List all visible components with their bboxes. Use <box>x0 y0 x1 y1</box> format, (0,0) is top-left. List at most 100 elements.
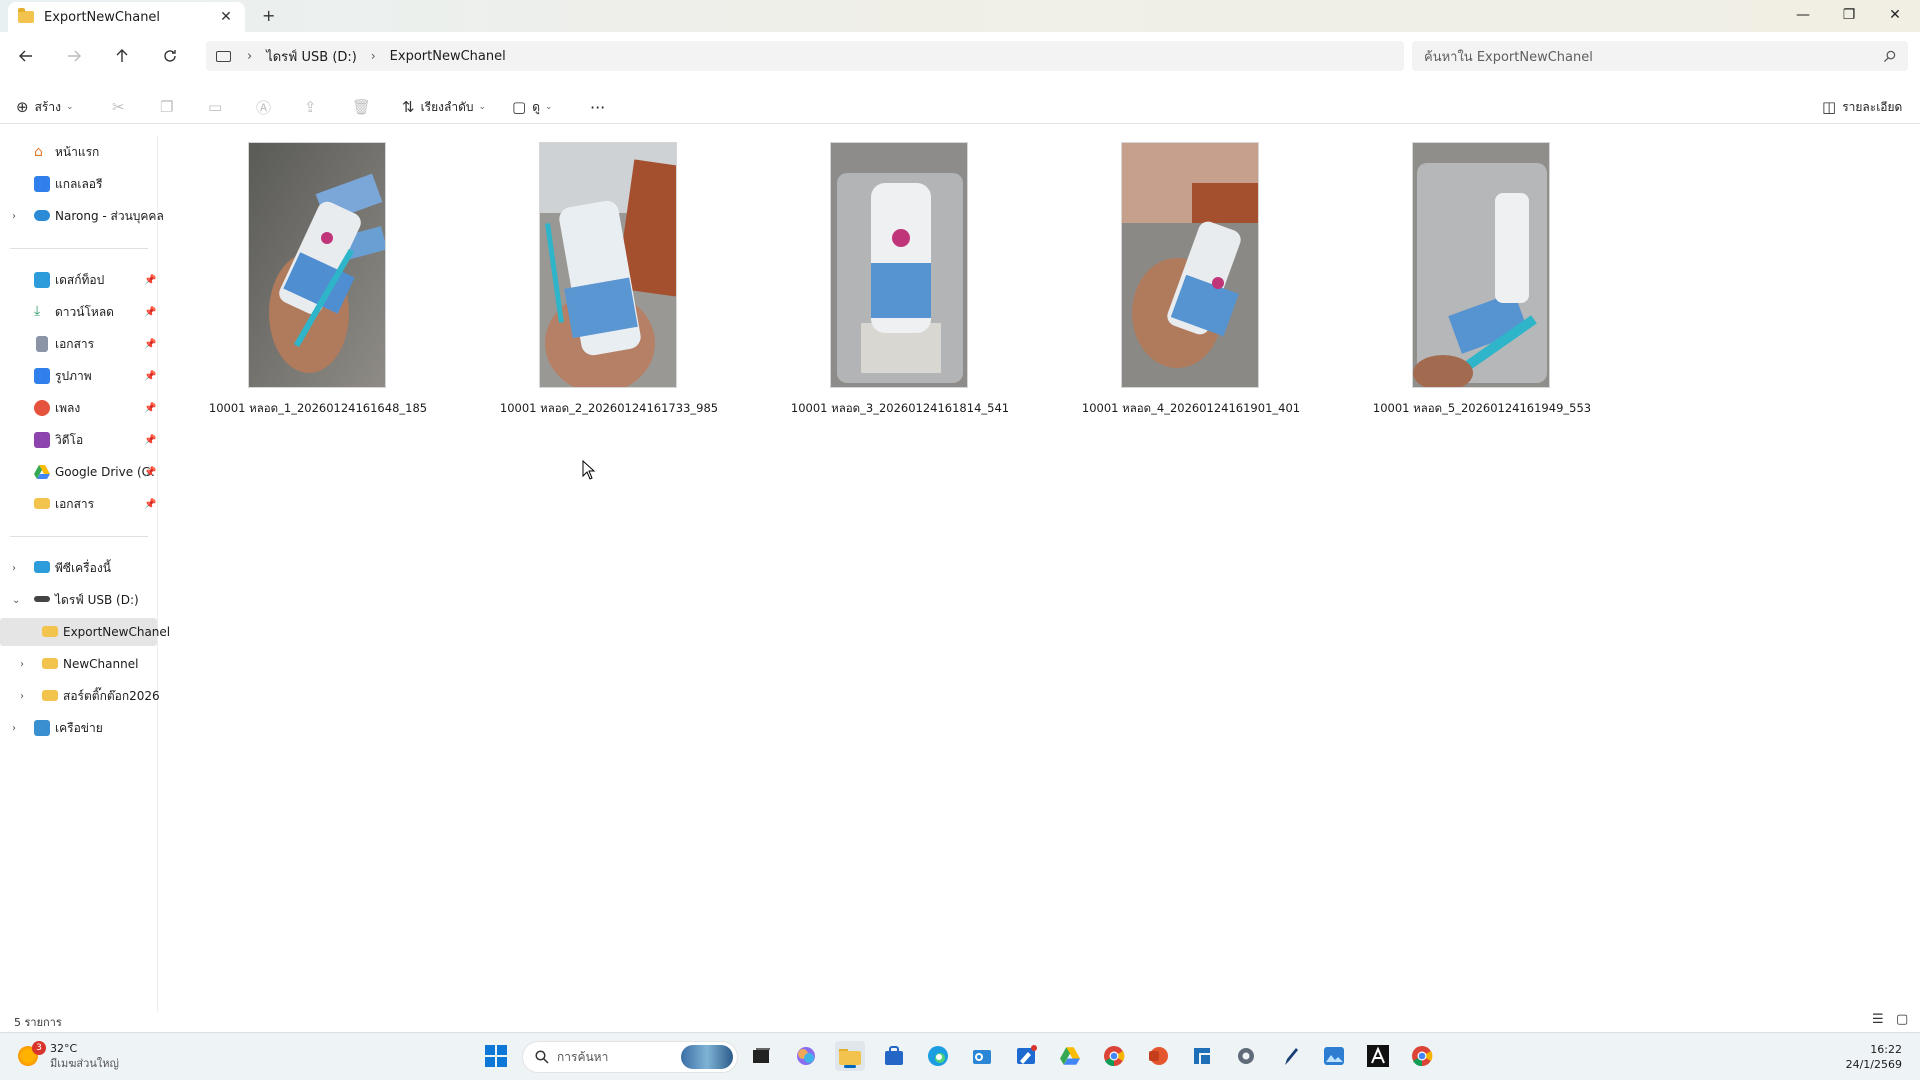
sidebar-item-exportnewchanel[interactable]: ExportNewChanel <box>0 618 170 646</box>
sidebar-item-downloads[interactable]: ⤓ ดาวน์โหลด 📌 <box>0 298 157 326</box>
gear-icon <box>1238 1048 1254 1064</box>
pen-app-button[interactable] <box>1275 1041 1305 1071</box>
taskbar-search[interactable]: การค้นหา <box>522 1041 738 1073</box>
sidebar-item-label: ExportNewChanel <box>63 625 171 639</box>
sidebar-item-documents-folder[interactable]: เอกสาร 📌 <box>0 490 157 518</box>
app-button[interactable] <box>1187 1041 1217 1071</box>
file-name: 10001 หลอด_1_20260124161648_185 <box>208 401 428 415</box>
details-view-button[interactable]: ☰ <box>1872 1012 1884 1027</box>
sidebar-item-documents[interactable]: เอกสาร 📌 <box>0 330 157 358</box>
powerpoint-button[interactable] <box>1143 1041 1173 1071</box>
copy-button[interactable]: ❐ <box>160 96 173 118</box>
chevron-right-icon[interactable]: › <box>20 659 24 670</box>
file-item[interactable]: 10001 หลอด_3_20260124161814_541 <box>790 142 1009 422</box>
system-clock[interactable]: 16:22 24/1/2569 <box>1846 1042 1902 1072</box>
tab-exportnewchanel[interactable]: ExportNewChanel ✕ <box>8 2 245 32</box>
close-window-button[interactable]: ✕ <box>1872 0 1918 30</box>
breadcrumb-separator: › <box>370 49 376 63</box>
forward-button[interactable] <box>62 44 86 68</box>
task-view-button[interactable] <box>747 1041 777 1071</box>
file-explorer-button[interactable] <box>835 1041 865 1071</box>
home-icon: ⌂ <box>34 144 43 160</box>
divider <box>10 248 148 249</box>
up-button[interactable] <box>110 44 134 68</box>
file-item[interactable]: 10001 หลอด_1_20260124161648_185 <box>208 142 427 422</box>
document-icon <box>36 336 48 352</box>
whiteboard-button[interactable] <box>1011 1041 1041 1071</box>
address-bar[interactable]: › ไดรฟ์ USB (D:) › ExportNewChanel <box>206 41 1404 71</box>
settings-button[interactable] <box>1231 1041 1261 1071</box>
details-pane-button[interactable]: ◫ รายละเอียด <box>1822 96 1902 118</box>
file-item[interactable]: 10001 หลอด_2_20260124161733_985 <box>499 142 718 422</box>
chevron-right-icon[interactable]: › <box>12 211 16 222</box>
sidebar-item-google-drive[interactable]: Google Drive (G: 📌 <box>0 458 157 486</box>
folder-icon <box>18 8 34 23</box>
share-button[interactable]: ⇪ <box>304 96 317 118</box>
sidebar-item-music[interactable]: เพลง 📌 <box>0 394 157 422</box>
search-placeholder: การค้นหา <box>557 1049 609 1064</box>
chrome-profile-button[interactable] <box>1407 1041 1437 1071</box>
breadcrumb-drive[interactable]: ไดรฟ์ USB (D:) <box>266 46 357 67</box>
sidebar-item-pictures[interactable]: รูปภาพ 📌 <box>0 362 157 390</box>
photo-thumbnail <box>1413 143 1549 387</box>
chrome-button[interactable] <box>1099 1041 1129 1071</box>
sidebar-item-usb-drive[interactable]: ⌄ ไดรฟ์ USB (D:) <box>0 586 157 614</box>
chevron-right-icon[interactable]: › <box>20 691 24 702</box>
google-drive-icon <box>34 465 50 479</box>
sidebar-item-gallery[interactable]: แกลเลอรี <box>0 170 157 198</box>
sidebar-item-newchannel[interactable]: › NewChannel <box>0 650 157 678</box>
restore-button[interactable]: ❐ <box>1826 0 1872 30</box>
file-item[interactable]: 10001 หลอด_4_20260124161901_401 <box>1081 142 1300 422</box>
image-thumbnail <box>1121 142 1259 388</box>
google-drive-button[interactable] <box>1055 1041 1085 1071</box>
sidebar-item-home[interactable]: ⌂ หน้าแรก <box>0 138 157 166</box>
new-tab-button[interactable]: + <box>262 6 275 25</box>
chevron-right-icon[interactable]: › <box>12 563 16 574</box>
sidebar-item-label: Narong - ส่วนบุคคล <box>55 208 164 223</box>
new-label: สร้าง <box>34 99 61 114</box>
back-button[interactable] <box>14 44 38 68</box>
sidebar-item-tiktok-folder[interactable]: › สอร์ตติ๊กต๊อก2026 <box>0 682 160 710</box>
rename-button[interactable]: Ⓐ <box>256 96 271 118</box>
copilot-button[interactable] <box>791 1041 821 1071</box>
chevron-right-icon[interactable]: › <box>12 723 16 734</box>
chevron-down-icon: ⌄ <box>65 102 74 112</box>
sidebar-item-videos[interactable]: วิดีโอ 📌 <box>0 426 157 454</box>
paste-button[interactable]: ▭ <box>208 96 222 118</box>
search-input[interactable]: ค้นหาใน ExportNewChanel <box>1412 41 1908 71</box>
delete-button[interactable]: 🗑 <box>352 96 371 118</box>
refresh-button[interactable] <box>158 44 182 68</box>
weather-widget[interactable]: 3 32°C มีเมฆส่วนใหญ่ <box>18 1041 119 1071</box>
sidebar-item-this-pc[interactable]: › พีซีเครื่องนี้ <box>0 554 157 582</box>
new-button[interactable]: ⊕ สร้าง ⌄ <box>16 96 74 118</box>
pin-icon: 📌 <box>144 402 157 414</box>
search-icon <box>535 1050 549 1064</box>
outlook-icon <box>973 1050 991 1064</box>
task-view-icon <box>753 1048 770 1063</box>
navigation-pane: ⌂ หน้าแรก แกลเลอรี › Narong - ส่วนบุคคล … <box>0 136 170 1012</box>
more-options-button[interactable]: ··· <box>590 96 605 118</box>
breadcrumb-folder[interactable]: ExportNewChanel <box>390 49 506 64</box>
minimize-button[interactable]: — <box>1780 0 1826 30</box>
sidebar-item-desktop[interactable]: เดสก์ท็อป 📌 <box>0 266 157 294</box>
edge-button[interactable] <box>923 1041 953 1071</box>
navigation-bar: › ไดรฟ์ USB (D:) › ExportNewChanel ค้นหา… <box>0 32 1920 80</box>
photos-button[interactable] <box>1319 1041 1349 1071</box>
outlook-button[interactable] <box>967 1041 997 1071</box>
store-button[interactable] <box>879 1041 909 1071</box>
start-button[interactable] <box>481 1041 511 1071</box>
file-item[interactable]: 10001 หลอด_5_20260124161949_553 <box>1372 142 1591 422</box>
view-button[interactable]: ▢ ดู ⌄ <box>512 96 553 118</box>
cut-button[interactable]: ✂ <box>112 96 125 118</box>
sidebar-item-network[interactable]: › เครือข่าย <box>0 714 157 742</box>
file-view: 10001 หลอด_1_20260124161648_185 10001 หล… <box>160 136 1920 1012</box>
sort-button[interactable]: ⇅ เรียงลำดับ ⌄ <box>402 96 486 118</box>
sidebar-item-label: เพลง <box>55 400 81 415</box>
close-tab-icon[interactable]: ✕ <box>217 9 235 25</box>
sidebar-item-onedrive[interactable]: › Narong - ส่วนบุคคล <box>0 202 164 230</box>
command-bar: ⊕ สร้าง ⌄ ✂ ❐ ▭ Ⓐ ⇪ 🗑 ⇅ เรียงลำดับ ⌄ ▢ ด… <box>0 88 1920 124</box>
photo-thumbnail <box>831 143 967 387</box>
app-a-button[interactable] <box>1363 1041 1393 1071</box>
tiles-view-button[interactable]: ▢ <box>1896 1012 1908 1027</box>
chevron-down-icon[interactable]: ⌄ <box>12 595 20 606</box>
